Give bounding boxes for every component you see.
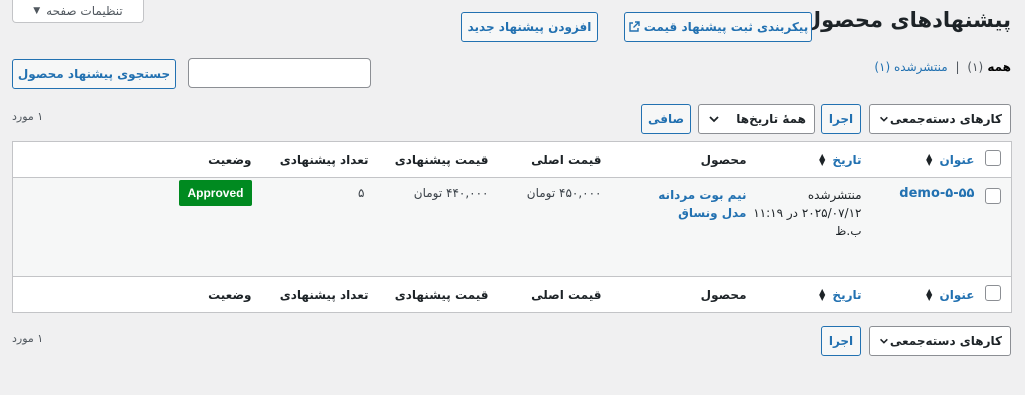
column-offer-count: تعداد پیشنهادی <box>279 152 369 167</box>
column-original-price: قیمت اصلی <box>531 152 602 167</box>
column-product-footer: محصول <box>700 287 747 302</box>
column-title[interactable]: عنوان <box>940 153 975 167</box>
search-button[interactable]: جستجوی پیشنهاد محصول <box>12 59 176 89</box>
select-all-checkbox-footer[interactable] <box>984 285 1001 301</box>
date-filter-select[interactable]: همهٔ تاریخ‌ها <box>698 104 815 134</box>
triangle-down-icon: ▼ <box>33 5 41 16</box>
date-status: منتشرشده <box>807 188 862 202</box>
offer-price: ۴۴۰,۰۰۰ تومان <box>368 177 489 277</box>
filter-all[interactable]: همه (۱) <box>967 60 1011 74</box>
date-value: ۲۰۲۵/۰۷/۱۲ در ۱۱:۱۹ ب.ظ <box>753 206 862 238</box>
table-header-row: عنوان ▲ ▼ تاریخ ▲ ▼ محصول قیمت اصلی قیمت پ… <box>12 142 1012 178</box>
chevron-down-icon <box>709 116 719 123</box>
item-count-bottom: ۱ مورد <box>12 332 44 345</box>
sort-icon: ▲ ▼ <box>819 152 826 167</box>
sort-icon: ▲ ▼ <box>819 287 826 302</box>
column-original-price-footer: قیمت اصلی <box>531 287 602 302</box>
bulk-apply-button[interactable]: اجرا <box>821 104 861 134</box>
row-checkbox[interactable] <box>984 188 1001 204</box>
product-link[interactable]: نیم بوت مردانه مدل ونساق <box>602 186 746 222</box>
offers-table: عنوان ▲ ▼ تاریخ ▲ ▼ محصول قیمت اصلی قیمت پ… <box>12 141 1012 313</box>
offer-title-link[interactable]: demo-۵-۵۵ <box>899 186 974 201</box>
column-product: محصول <box>700 152 747 167</box>
config-offer-button[interactable]: پیکربندی ثبت پیشنهاد قیمت <box>624 12 812 42</box>
chevron-down-icon <box>880 116 888 122</box>
chevron-down-icon <box>880 338 888 344</box>
column-date-footer[interactable]: تاریخ <box>832 288 861 302</box>
column-title-footer[interactable]: عنوان <box>940 288 975 302</box>
sort-icon: ▲ ▼ <box>926 152 933 167</box>
table-row: demo-۵-۵۵ منتشرشده ۲۰۲۵/۰۷/۱۲ در ۱۱:۱۹ ب… <box>12 177 1012 277</box>
add-offer-button[interactable]: افزودن پیشنهاد جدید <box>461 12 598 42</box>
offer-count: ۵ <box>251 177 369 277</box>
original-price: ۴۵۰,۰۰۰ تومان <box>488 177 602 277</box>
page-title: پیشنهادهای محصول <box>802 8 1011 32</box>
bulk-actions-select-bottom[interactable]: کارهای دسته‌جمعی <box>869 326 1011 356</box>
status-filter-nav: همه (۱) | منتشرشده (۱) <box>874 60 1011 74</box>
filter-button[interactable]: صافی <box>641 104 691 134</box>
bulk-actions-select[interactable]: کارهای دسته‌جمعی <box>869 104 1011 134</box>
item-count: ۱ مورد <box>12 110 44 123</box>
column-status-footer: وضعیت <box>208 287 252 302</box>
search-input[interactable] <box>188 58 371 88</box>
column-offer-count-footer: تعداد پیشنهادی <box>279 287 369 302</box>
column-status: وضعیت <box>208 152 252 167</box>
bulk-apply-button-bottom[interactable]: اجرا <box>821 326 861 356</box>
screen-options-button[interactable]: تنظیمات صفحه ▼ <box>12 0 144 23</box>
table-footer-row: عنوان ▲ ▼ تاریخ ▲ ▼ محصول قیمت اصلی قیمت پ… <box>12 276 1012 313</box>
column-date[interactable]: تاریخ <box>832 153 861 167</box>
filter-published[interactable]: منتشرشده (۱) <box>874 60 947 74</box>
select-all-checkbox[interactable] <box>984 150 1001 166</box>
column-offer-price-footer: قیمت پیشنهادی <box>394 287 489 302</box>
sort-icon: ▲ ▼ <box>926 287 933 302</box>
screen-options-label: تنظیمات صفحه <box>46 3 123 18</box>
filter-separator: | <box>955 60 960 74</box>
status-badge: Approved <box>179 180 252 206</box>
column-offer-price: قیمت پیشنهادی <box>394 152 489 167</box>
external-link-icon <box>629 21 640 32</box>
